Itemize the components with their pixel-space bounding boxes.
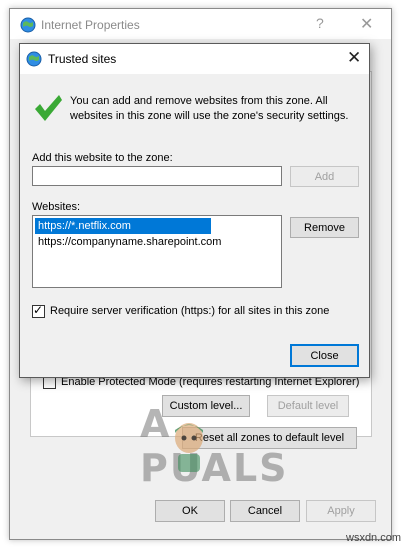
list-item[interactable]: https://*.netflix.com xyxy=(35,218,211,234)
custom-level-button[interactable]: Custom level... xyxy=(162,395,250,417)
zone-info-text: You can add and remove websites from thi… xyxy=(70,95,349,122)
add-website-input[interactable] xyxy=(32,166,282,186)
reset-all-zones-button[interactable]: Reset all zones to default level xyxy=(182,427,357,449)
websites-label: Websites: xyxy=(32,201,81,213)
apply-button[interactable]: Apply xyxy=(306,500,376,522)
trusted-sites-dialog: Trusted sites ✕ You can add and remove w… xyxy=(19,43,370,378)
websites-list[interactable]: https://*.netflix.com https://companynam… xyxy=(32,215,282,288)
ok-button[interactable]: OK xyxy=(155,500,225,522)
close-button[interactable]: Close xyxy=(290,344,359,367)
list-item[interactable]: https://companyname.sharepoint.com xyxy=(35,234,279,250)
globe-icon xyxy=(20,17,36,33)
default-level-button[interactable]: Default level xyxy=(267,395,349,417)
cancel-button[interactable]: Cancel xyxy=(230,500,300,522)
site-watermark: wsxdn.com xyxy=(346,532,402,544)
globe-icon xyxy=(26,51,42,67)
dialog-close-icon[interactable]: ✕ xyxy=(347,48,361,68)
outer-titlebar: Internet Properties ? ✕ xyxy=(10,9,391,39)
dialog-titlebar: Trusted sites ✕ xyxy=(20,44,369,74)
outer-window-title: Internet Properties xyxy=(41,18,140,32)
checkmark-icon xyxy=(35,95,62,121)
require-verification-label: Require server verification (https:) for… xyxy=(50,305,330,317)
add-button[interactable]: Add xyxy=(290,166,359,187)
outer-close-icon[interactable]: ✕ xyxy=(360,14,373,34)
require-verification-checkbox[interactable]: ✓ xyxy=(32,303,45,318)
check-icon: ✓ xyxy=(33,303,44,317)
help-icon[interactable]: ? xyxy=(316,15,324,31)
add-website-label: Add this website to the zone: xyxy=(32,152,173,164)
dialog-title: Trusted sites xyxy=(48,52,117,66)
remove-button[interactable]: Remove xyxy=(290,217,359,238)
